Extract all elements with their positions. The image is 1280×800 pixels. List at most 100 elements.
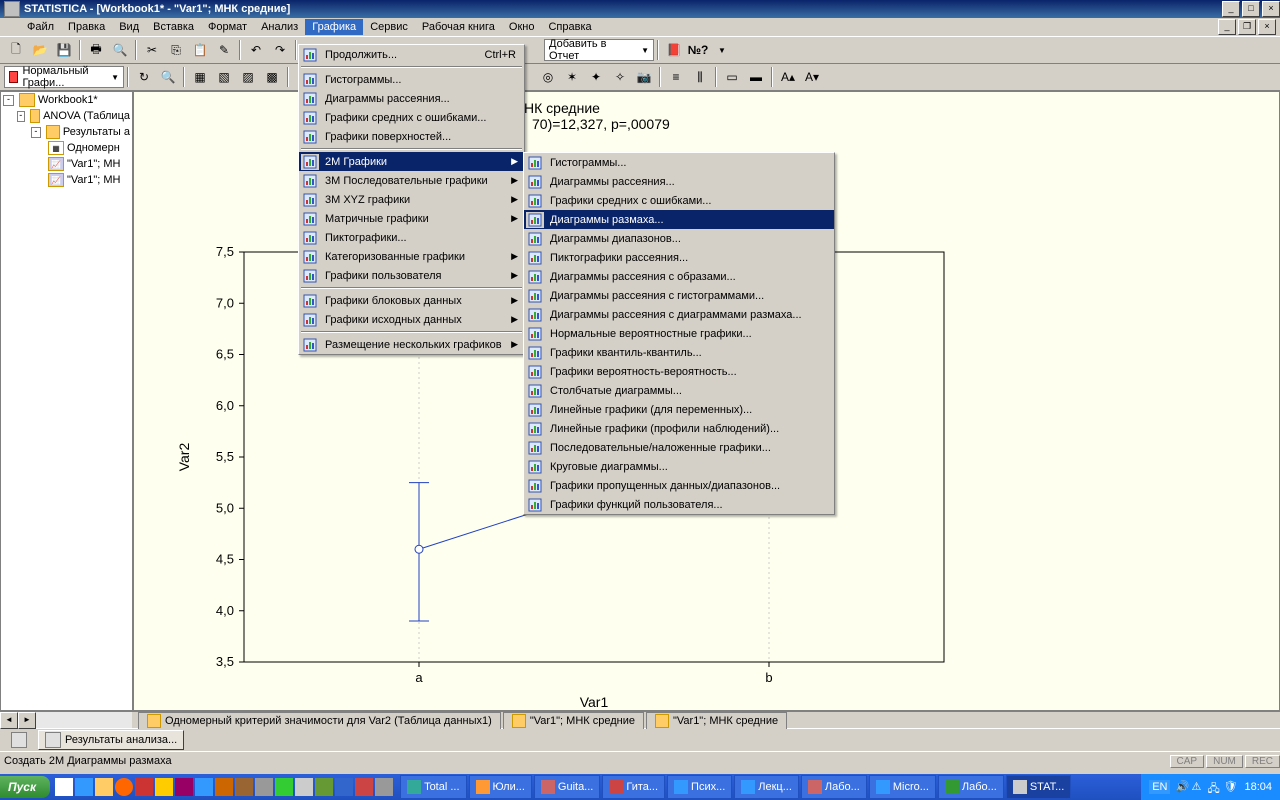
menu-analysis[interactable]: Анализ (254, 19, 305, 35)
workbook-tree[interactable]: -Workbook1*-ANOVA (Таблица-Результаты а▦… (0, 91, 133, 711)
ql-app6-icon[interactable] (235, 778, 253, 796)
camera-icon[interactable]: 📷 (633, 66, 655, 88)
ql-app10-icon[interactable] (315, 778, 333, 796)
menu-item[interactable]: Диаграммы размаха... (524, 210, 834, 229)
undo-icon[interactable]: ↶ (245, 39, 267, 61)
report-combo[interactable]: Добавить в Отчет▼ (544, 39, 654, 61)
menu-item[interactable]: Диаграммы диапазонов... (524, 229, 834, 248)
menu-item[interactable]: Матричные графики▶ (299, 209, 524, 228)
menu-insert[interactable]: Вставка (146, 19, 201, 35)
ql-folder-icon[interactable] (95, 778, 113, 796)
menu-graphics[interactable]: Графика (305, 19, 363, 35)
paste-icon[interactable]: 📋 (189, 39, 211, 61)
refresh-icon[interactable]: ↻ (133, 66, 155, 88)
menu-item[interactable]: Графики пользователя▶ (299, 266, 524, 285)
mdi-restore-button[interactable]: ❐ (1238, 19, 1256, 35)
menu-item[interactable]: Графики исходных данных▶ (299, 310, 524, 329)
shape2-icon[interactable]: ▬ (745, 66, 767, 88)
menu-item[interactable]: Графики функций пользователя... (524, 495, 834, 514)
ql-ie-icon[interactable] (75, 778, 93, 796)
menu-view[interactable]: Вид (112, 19, 146, 35)
format-icon[interactable]: ✎ (213, 39, 235, 61)
taskbar-button[interactable]: Лекц... (734, 775, 799, 799)
minimize-button[interactable]: _ (1222, 1, 1240, 17)
maximize-button[interactable]: □ (1242, 1, 1260, 17)
doc-tab[interactable]: "Var1"; МНК средние (503, 712, 644, 729)
tree-item[interactable]: 📈"Var1"; МН (1, 156, 132, 172)
menu-item[interactable]: Графики средних с ошибками... (524, 191, 834, 210)
cut-icon[interactable]: ✂ (141, 39, 163, 61)
chart-tool2-icon[interactable]: ▧ (213, 66, 235, 88)
menu-item[interactable]: Пиктографики рассеяния... (524, 248, 834, 267)
menu-item[interactable]: Гистограммы... (299, 70, 524, 89)
menu-item[interactable]: Графики вероятность-вероятность... (524, 362, 834, 381)
menu-format[interactable]: Формат (201, 19, 254, 35)
dropdown-icon[interactable]: ▼ (711, 39, 733, 61)
taskbar-button[interactable]: Лабо... (938, 775, 1004, 799)
menu-item[interactable]: Графики пропущенных данных/диапазонов... (524, 476, 834, 495)
taskbar-button[interactable]: Юли... (469, 775, 532, 799)
tree-item[interactable]: 📈"Var1"; МН (1, 172, 132, 188)
ql-app8-icon[interactable] (275, 778, 293, 796)
tree-expand-icon[interactable]: - (31, 127, 41, 138)
lines1-icon[interactable]: ≡ (665, 66, 687, 88)
taskbar-button[interactable]: STAT... (1006, 775, 1071, 799)
menu-item[interactable]: Диаграммы рассеяния с диаграммами размах… (524, 305, 834, 324)
tree-expand-icon[interactable]: - (3, 95, 14, 106)
menu-item[interactable]: Последовательные/наложенные графики... (524, 438, 834, 457)
open-icon[interactable]: 📂 (29, 39, 51, 61)
menu-file[interactable]: Файл (20, 19, 61, 35)
ql-app12-icon[interactable] (355, 778, 373, 796)
tree-item[interactable]: ▦Одномерн (1, 140, 132, 156)
scroll-left-button[interactable]: ◄ (0, 712, 18, 729)
menu-item[interactable]: Столбчатые диаграммы... (524, 381, 834, 400)
ql-app2-icon[interactable] (155, 778, 173, 796)
redo-icon[interactable]: ↷ (269, 39, 291, 61)
preview-icon[interactable]: 🔍 (109, 39, 131, 61)
ql-app4-icon[interactable] (195, 778, 213, 796)
taskbar-button[interactable]: Гита... (602, 775, 665, 799)
mdi-tab[interactable]: Результаты анализа... (38, 730, 184, 750)
mdi-close-button[interactable]: × (1258, 19, 1276, 35)
menu-item[interactable]: 3М Последовательные графики▶ (299, 171, 524, 190)
ql-app7-icon[interactable] (255, 778, 273, 796)
menu-item[interactable]: Графики квантиль-квантиль... (524, 343, 834, 362)
chart-tool4-icon[interactable]: ▩ (261, 66, 283, 88)
tree-item[interactable]: -ANOVA (Таблица (1, 108, 132, 124)
menu-edit[interactable]: Правка (61, 19, 112, 35)
menu-workbook[interactable]: Рабочая книга (415, 19, 502, 35)
menu-item[interactable]: Диаграммы рассеяния с образами... (524, 267, 834, 286)
copy-icon[interactable]: ⎘ (165, 39, 187, 61)
menu-item[interactable]: Диаграммы рассеяния с гистограммами... (524, 286, 834, 305)
book-icon[interactable]: 📕 (663, 39, 685, 61)
print-icon[interactable]: 🖶 (85, 39, 107, 61)
font-inc-icon[interactable]: A▴ (777, 66, 799, 88)
menu-item[interactable]: 3М XYZ графики▶ (299, 190, 524, 209)
start-button[interactable]: Пуск (0, 776, 50, 798)
menu-item[interactable]: Диаграммы рассеяния... (524, 172, 834, 191)
menu-item[interactable]: Категоризованные графики▶ (299, 247, 524, 266)
menu-item[interactable]: Гистограммы... (524, 153, 834, 172)
style-combo[interactable]: Нормальный Графи...▼ (4, 66, 124, 88)
mdi-tab[interactable] (4, 730, 38, 750)
doc-tab[interactable]: "Var1"; МНК средние (646, 712, 787, 729)
menu-item[interactable]: Линейные графики (профили наблюдений)... (524, 419, 834, 438)
taskbar-button[interactable]: Лабо... (801, 775, 867, 799)
menu-item[interactable]: Графики средних с ошибками... (299, 108, 524, 127)
tool-c-icon[interactable]: ✧ (609, 66, 631, 88)
taskbar-button[interactable]: Total ... (400, 775, 466, 799)
chart-tool-icon[interactable]: ▦ (189, 66, 211, 88)
taskbar-button[interactable]: Micro... (869, 775, 936, 799)
tray-icon-4[interactable]: 🛡 (1223, 780, 1237, 794)
mdi-minimize-button[interactable]: _ (1218, 19, 1236, 35)
tool-a-icon[interactable]: ✶ (561, 66, 583, 88)
tree-expand-icon[interactable]: - (17, 111, 25, 122)
menu-item[interactable]: Нормальные вероятностные графики... (524, 324, 834, 343)
ql-app1-icon[interactable] (135, 778, 153, 796)
tray-clock[interactable]: 18:04 (1244, 781, 1272, 793)
tray-lang[interactable]: EN (1149, 780, 1170, 794)
menu-item[interactable]: Продолжить...Ctrl+R (299, 45, 524, 64)
scroll-right-button[interactable]: ► (18, 712, 36, 729)
menu-item[interactable]: 2М Графики▶ (299, 152, 524, 171)
zoom-icon[interactable]: 🔍 (157, 66, 179, 88)
